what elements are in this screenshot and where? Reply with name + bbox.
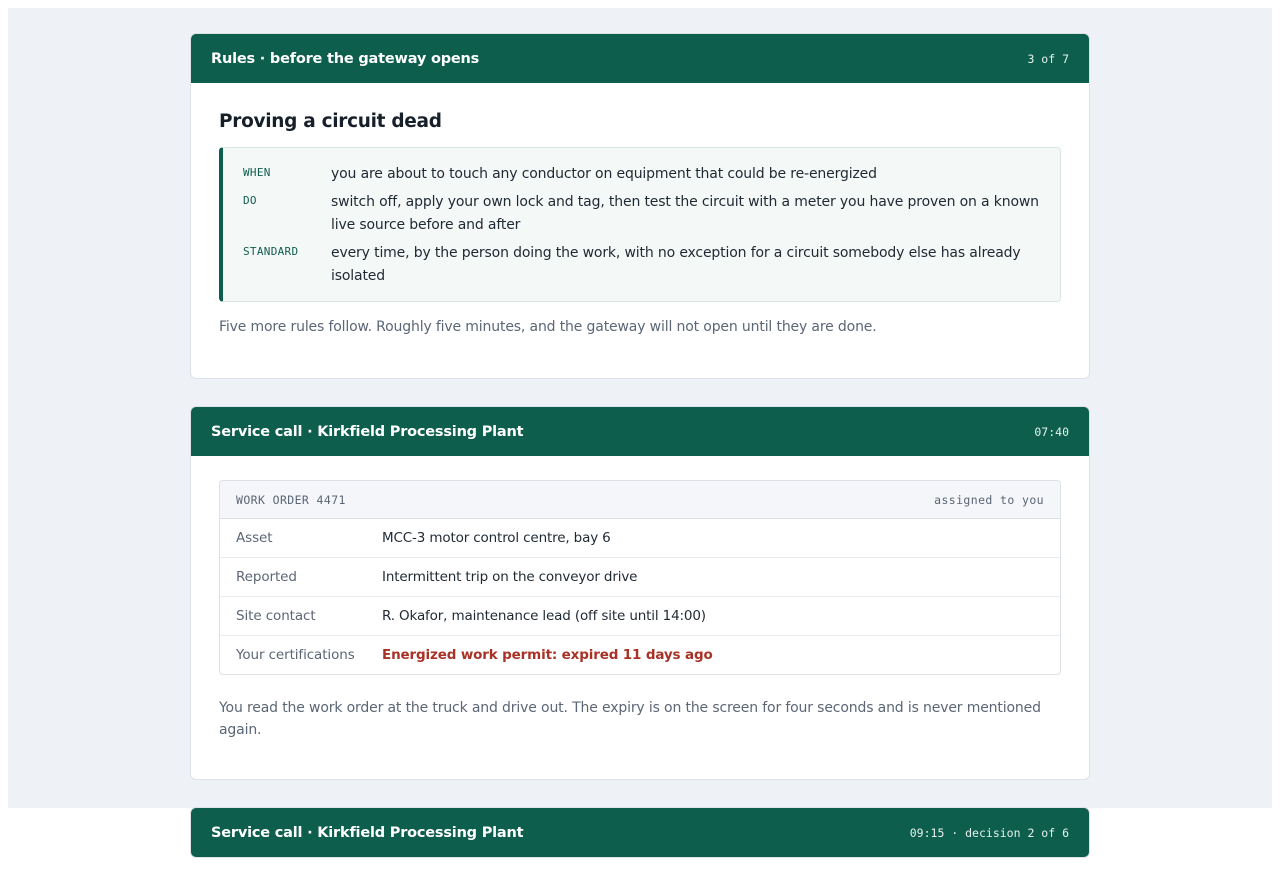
content-column: Rules · before the gateway opens 3 of 7 … <box>190 33 1090 885</box>
service-call-header: Service call · Kirkfield Processing Plan… <box>191 407 1089 456</box>
decision-card-meta: 09:15 · decision 2 of 6 <box>909 825 1069 840</box>
work-order-label: Asset <box>236 530 273 546</box>
rules-progress: 3 of 7 <box>1027 51 1069 66</box>
rules-note: Five more rules follow. Roughly five min… <box>219 319 877 335</box>
work-order-label: Reported <box>236 569 297 585</box>
work-order-assignment: assigned to you <box>934 492 1044 507</box>
rules-card: Rules · before the gateway opens 3 of 7 … <box>190 33 1090 379</box>
work-order-row-site-contact: Site contact R. Okafor, maintenance lead… <box>220 597 1060 636</box>
rules-card-title: Rules · before the gateway opens <box>211 50 480 67</box>
rule-value: you are about to touch any conductor on … <box>331 166 877 182</box>
decision-card-header: Service call · Kirkfield Processing Plan… <box>191 808 1089 857</box>
rule-value: every time, by the person doing the work… <box>331 245 1021 284</box>
rule-key: WHEN <box>243 166 271 179</box>
rule-row-when: WHEN you are about to touch any conducto… <box>243 163 1040 186</box>
page-background: Rules · before the gateway opens 3 of 7 … <box>8 8 1272 858</box>
service-call-body: WORK ORDER 4471 assigned to you Asset MC… <box>191 456 1089 779</box>
rule-key: DO <box>243 194 257 207</box>
work-order-table: WORK ORDER 4471 assigned to you Asset MC… <box>219 480 1061 675</box>
rule-row-do: DO switch off, apply your own lock and t… <box>243 191 1040 237</box>
rules-card-body: Proving a circuit dead WHEN you are abou… <box>191 83 1089 378</box>
work-order-row-asset: Asset MCC-3 motor control centre, bay 6 <box>220 519 1060 558</box>
work-order-label: Site contact <box>236 608 316 624</box>
service-call-card: Service call · Kirkfield Processing Plan… <box>190 406 1090 780</box>
work-order-label: Your certifications <box>236 647 355 663</box>
decision-card-title: Service call · Kirkfield Processing Plan… <box>211 824 524 841</box>
work-order-value: R. Okafor, maintenance lead (off site un… <box>382 608 706 624</box>
rule-value: switch off, apply your own lock and tag,… <box>331 194 1039 233</box>
service-call-note: You read the work order at the truck and… <box>219 700 1041 738</box>
certification-warning: Energized work permit: expired 11 days a… <box>382 647 713 663</box>
decision-card: Service call · Kirkfield Processing Plan… <box>190 807 1090 858</box>
service-call-title: Service call · Kirkfield Processing Plan… <box>211 423 524 440</box>
rule-row-standard: STANDARD every time, by the person doing… <box>243 242 1040 288</box>
work-order-value: MCC-3 motor control centre, bay 6 <box>382 530 611 546</box>
rule-title: Proving a circuit dead <box>219 111 442 132</box>
rule-box: WHEN you are about to touch any conducto… <box>219 147 1061 302</box>
work-order-row-reported: Reported Intermittent trip on the convey… <box>220 558 1060 597</box>
work-order-row-certifications: Your certifications Energized work permi… <box>220 636 1060 674</box>
work-order-id: WORK ORDER 4471 <box>236 492 346 507</box>
service-call-time: 07:40 <box>1034 424 1069 439</box>
rule-key: STANDARD <box>243 245 299 258</box>
work-order-header: WORK ORDER 4471 assigned to you <box>220 481 1060 519</box>
work-order-value: Intermittent trip on the conveyor drive <box>382 569 638 585</box>
rules-card-header: Rules · before the gateway opens 3 of 7 <box>191 34 1089 83</box>
